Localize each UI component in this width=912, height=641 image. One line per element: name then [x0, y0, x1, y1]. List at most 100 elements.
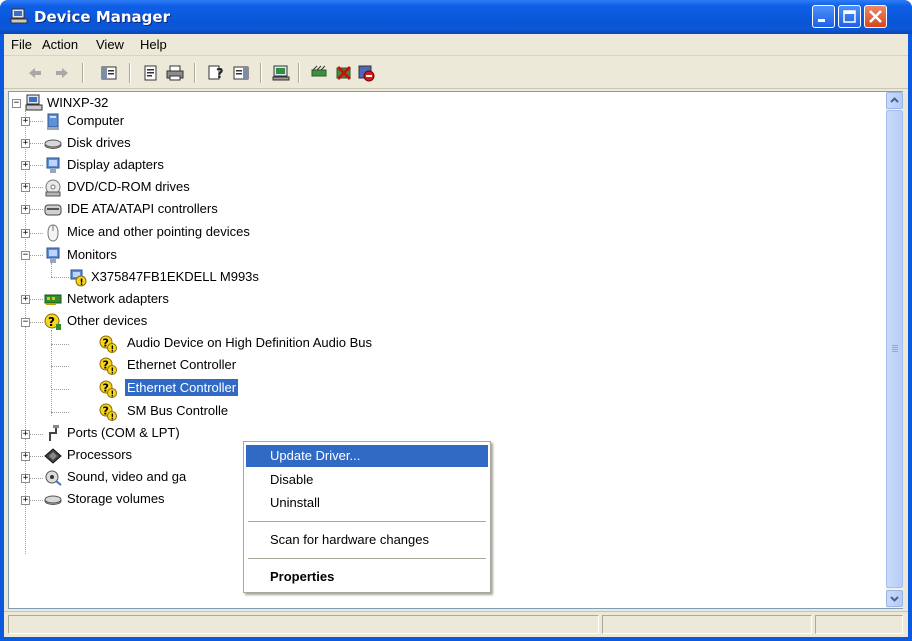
scan-hardware-icon[interactable]: [311, 64, 329, 82]
tree-node-sm-bus-controller[interactable]: SM Bus Controlle: [125, 402, 230, 419]
ide-controller-icon: [44, 204, 62, 216]
tree-node-ports[interactable]: Ports (COM & LPT): [65, 424, 182, 441]
cdrom-icon: [45, 179, 61, 197]
uninstall-icon[interactable]: [335, 64, 353, 82]
print-icon[interactable]: [166, 64, 184, 82]
scroll-thumb[interactable]: [886, 110, 903, 588]
scroll-up-button[interactable]: [886, 92, 903, 109]
maximize-button[interactable]: [838, 5, 861, 28]
menu-item-update-driver[interactable]: Update Driver...: [246, 445, 488, 467]
menu-item-scan-hardware[interactable]: Scan for hardware changes: [246, 529, 488, 551]
svg-text:!: !: [111, 413, 115, 422]
expand-toggle[interactable]: +: [21, 183, 30, 192]
mouse-icon: [47, 224, 59, 242]
unknown-device-warning-icon: ?!: [99, 357, 117, 375]
tree-node-monitors[interactable]: Monitors: [65, 246, 119, 263]
tree-node-ethernet-controller-1[interactable]: Ethernet Controller: [125, 356, 238, 373]
close-button[interactable]: [864, 5, 887, 28]
close-icon: [869, 10, 882, 23]
toolbar: ?: [4, 57, 908, 89]
tree-node-mice[interactable]: Mice and other pointing devices: [65, 223, 252, 240]
storage-volume-icon: [44, 495, 62, 505]
computer-icon: [25, 94, 43, 111]
svg-text:!: !: [80, 278, 84, 287]
tree-node-sound-video-game[interactable]: Sound, video and ga: [65, 468, 188, 485]
tree-line: [51, 366, 69, 367]
vertical-scrollbar[interactable]: [886, 92, 903, 608]
collapse-toggle[interactable]: −: [21, 251, 30, 260]
network-adapter-icon: [44, 294, 62, 305]
back-icon[interactable]: [26, 64, 44, 82]
minimize-button[interactable]: [812, 5, 835, 28]
expand-toggle[interactable]: +: [21, 161, 30, 170]
toolbar-separator: [82, 63, 84, 83]
chevron-down-icon: [890, 596, 899, 602]
scroll-down-button[interactable]: [886, 590, 903, 607]
tree-node-network-adapters[interactable]: Network adapters: [65, 290, 171, 307]
svg-text:?: ?: [216, 67, 224, 82]
collapse-toggle[interactable]: −: [21, 318, 30, 327]
expand-toggle[interactable]: +: [21, 474, 30, 483]
menu-item-uninstall[interactable]: Uninstall: [246, 492, 488, 514]
scroll-grip: [892, 351, 898, 352]
show-hide-console-tree-icon[interactable]: [100, 64, 118, 82]
menu-separator: [248, 521, 486, 522]
expand-toggle[interactable]: +: [21, 139, 30, 148]
sound-icon: [45, 470, 62, 486]
tree-node-display-adapters[interactable]: Display adapters: [65, 156, 166, 173]
menu-item-disable[interactable]: Disable: [246, 469, 488, 491]
context-menu: Update Driver... Disable Uninstall Scan …: [243, 441, 491, 593]
svg-text:?: ?: [48, 315, 55, 329]
menu-file[interactable]: File: [11, 37, 32, 52]
tree-node-dvd-cdrom-drives[interactable]: DVD/CD-ROM drives: [65, 178, 192, 195]
maximize-icon: [843, 10, 856, 23]
title-bar[interactable]: Device Manager: [0, 0, 912, 34]
expand-toggle[interactable]: +: [21, 295, 30, 304]
disable-icon[interactable]: [357, 64, 375, 82]
tree-node-disk-drives[interactable]: Disk drives: [65, 134, 133, 151]
show-hide-action-pane-icon[interactable]: [232, 64, 250, 82]
tree-node-other-devices[interactable]: Other devices: [65, 312, 149, 329]
menu-help[interactable]: Help: [140, 37, 167, 52]
update-driver-icon[interactable]: [272, 64, 290, 82]
unknown-device-warning-icon: ?!: [99, 335, 117, 353]
minimize-icon: [818, 19, 825, 22]
expand-toggle[interactable]: +: [21, 496, 30, 505]
status-bar: [4, 611, 908, 637]
scroll-grip: [892, 349, 898, 350]
tree-node-processors[interactable]: Processors: [65, 446, 134, 463]
status-cell-tertiary: [815, 615, 903, 634]
tree-line: [51, 263, 52, 277]
chevron-up-icon: [890, 97, 899, 103]
expand-toggle[interactable]: +: [21, 452, 30, 461]
display-adapter-icon: [46, 157, 60, 173]
status-cell-secondary: [602, 615, 812, 634]
help-icon[interactable]: ?: [207, 64, 225, 82]
scroll-grip: [892, 345, 898, 346]
collapse-toggle[interactable]: −: [12, 99, 21, 108]
tree-node-ethernet-controller-2-selected[interactable]: Ethernet Controller: [125, 379, 239, 396]
tree-root-label[interactable]: WINXP-32: [45, 94, 110, 111]
expand-toggle[interactable]: +: [21, 430, 30, 439]
tree-node-storage-volumes[interactable]: Storage volumes: [65, 490, 167, 507]
tree-line: [51, 277, 69, 278]
expand-toggle[interactable]: +: [21, 229, 30, 238]
menu-action[interactable]: Action: [42, 37, 78, 52]
tree-node-monitor-device[interactable]: X375847FB1EKDELL M993s: [89, 268, 261, 285]
expand-toggle[interactable]: +: [21, 205, 30, 214]
forward-icon[interactable]: [53, 64, 71, 82]
menu-view[interactable]: View: [96, 37, 124, 52]
tree-node-audio-device[interactable]: Audio Device on High Definition Audio Bu…: [125, 334, 374, 351]
tree-line: [51, 344, 69, 345]
tree-node-computer[interactable]: Computer: [65, 112, 126, 129]
menu-item-properties[interactable]: Properties: [246, 566, 488, 588]
tree-node-ide-controllers[interactable]: IDE ATA/ATAPI controllers: [65, 200, 220, 217]
disk-drive-icon: [44, 139, 62, 149]
monitor-warning-icon: !: [70, 269, 87, 287]
tree-line: [51, 330, 52, 416]
properties-icon[interactable]: [142, 64, 160, 82]
computer-icon: [47, 113, 59, 130]
tree-line: [51, 389, 69, 390]
expand-toggle[interactable]: +: [21, 117, 30, 126]
status-cell-main: [8, 615, 599, 634]
